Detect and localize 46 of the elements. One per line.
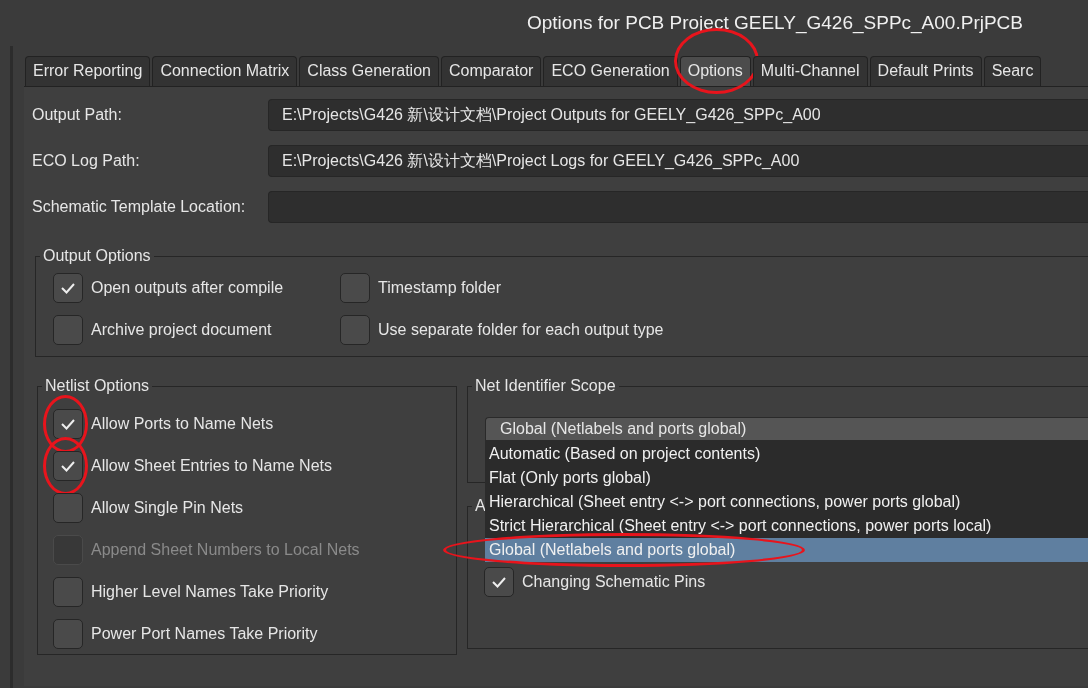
dropdown-option[interactable]: Strict Hierarchical (Sheet entry <-> port connections, power ports local) [485, 514, 1088, 538]
field-label: Output Path: [32, 106, 123, 124]
group-title: A [474, 497, 487, 515]
checkbox[interactable] [53, 273, 83, 303]
checkbox-label: Higher Level Names Take Priority [91, 583, 329, 601]
tab[interactable]: Multi-Channel [752, 56, 868, 86]
tab[interactable]: Connection Matrix [152, 56, 298, 86]
checkbox-label: Archive project document [91, 321, 272, 339]
checkbox[interactable] [340, 315, 370, 345]
checkbox-label: Open outputs after compile [91, 279, 284, 297]
dropdown-option[interactable]: Hierarchical (Sheet entry <-> port connections, power ports global) [485, 490, 1088, 514]
checkbox[interactable] [53, 409, 83, 439]
checkbox-label: Append Sheet Numbers to Local Nets [91, 541, 360, 559]
tab[interactable]: Class Generation [299, 56, 439, 86]
checkbox[interactable] [484, 567, 514, 597]
tab[interactable]: Comparator [440, 56, 542, 86]
group-title: Net Identifier Scope [474, 377, 617, 395]
checkbox[interactable] [53, 451, 83, 481]
path-field[interactable]: E:\Projects\G426 新\设计文档\Project Logs for GEELY_G426_SPPc_A00 [268, 145, 1088, 177]
path-field[interactable] [268, 191, 1088, 223]
checkbox-label: Allow Ports to Name Nets [91, 415, 274, 433]
tab[interactable]: Error Reporting [25, 56, 151, 86]
tab[interactable]: ECO Generation [543, 56, 678, 86]
group-title: Netlist Options [44, 377, 151, 395]
checkbox-label: Allow Sheet Entries to Name Nets [91, 457, 332, 475]
checkbox-label: Changing Schematic Pins [522, 573, 706, 591]
checkbox[interactable] [340, 273, 370, 303]
dropdown-option[interactable]: Global (Netlabels and ports global) [485, 538, 1088, 562]
tab[interactable]: Default Prints [869, 56, 982, 86]
tab[interactable]: Searc [983, 56, 1042, 86]
field-label: Schematic Template Location: [32, 198, 247, 216]
checkbox-label: Use separate folder for each output type [378, 321, 664, 339]
group-title: Output Options [42, 247, 152, 265]
checkbox[interactable] [53, 315, 83, 345]
tab[interactable]: Options [679, 56, 751, 86]
path-field[interactable]: E:\Projects\G426 新\设计文档\Project Outputs for GEELY_G426_SPPc_A00 [268, 99, 1088, 131]
dropdown-option[interactable]: Automatic (Based on project contents) [485, 442, 1088, 466]
dropdown-option[interactable]: Flat (Only ports global) [485, 466, 1088, 490]
window-title: Options for PCB Project GEELY_G426_SPPc_A00.PrjPCB [527, 12, 1023, 34]
checkbox[interactable] [53, 577, 83, 607]
checkbox-label: Allow Single Pin Nets [91, 499, 244, 517]
checkbox[interactable] [53, 619, 83, 649]
checkbox[interactable] [53, 493, 83, 523]
checkbox-label: Power Port Names Take Priority [91, 625, 318, 643]
checkbox-label: Timestamp folder [378, 279, 501, 297]
field-label: ECO Log Path: [32, 152, 141, 170]
